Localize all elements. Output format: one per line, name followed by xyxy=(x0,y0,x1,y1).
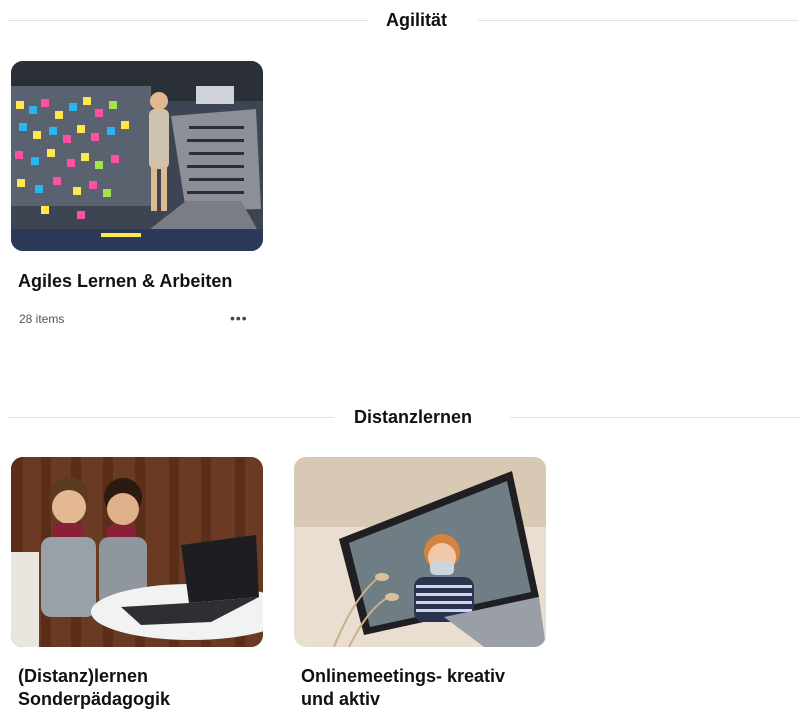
card-thumbnail[interactable] xyxy=(11,457,263,647)
divider-right xyxy=(478,20,798,21)
card-thumbnail[interactable] xyxy=(11,61,263,251)
card-title-line-1[interactable]: (Distanz)lernen xyxy=(18,665,268,688)
collection-card-onlinemeetings[interactable]: Onlinemeetings- kreativ und aktiv xyxy=(294,457,546,709)
divider-left xyxy=(8,417,334,418)
more-options-icon[interactable]: ••• xyxy=(230,310,248,326)
collection-card-sonderpaedagogik[interactable]: (Distanz)lernen Sonderpädagogik xyxy=(11,457,263,709)
card-title-line-2[interactable]: Sonderpädagogik xyxy=(18,688,268,711)
card-title-line-2[interactable]: und aktiv xyxy=(301,688,551,711)
collection-card-agiles-lernen[interactable]: Agiles Lernen & Arbeiten 28 items ••• xyxy=(11,61,263,326)
kids-laptop-image xyxy=(11,457,263,647)
item-count: 28 items xyxy=(19,312,65,326)
section-title: Distanzlernen xyxy=(354,407,473,427)
divider-left xyxy=(8,20,368,21)
divider-right xyxy=(510,417,800,418)
section-title: Agilität xyxy=(386,10,447,30)
agile-office-image xyxy=(11,61,263,251)
card-title-line-1[interactable]: Onlinemeetings- kreativ xyxy=(301,665,551,688)
video-call-laptop-image xyxy=(294,457,546,647)
section-header-distanzlernen: Distanzlernen xyxy=(0,405,807,429)
card-title[interactable]: Agiles Lernen & Arbeiten xyxy=(18,270,268,293)
section-header-agilitaet: Agilität xyxy=(0,8,807,32)
card-thumbnail[interactable] xyxy=(294,457,546,647)
